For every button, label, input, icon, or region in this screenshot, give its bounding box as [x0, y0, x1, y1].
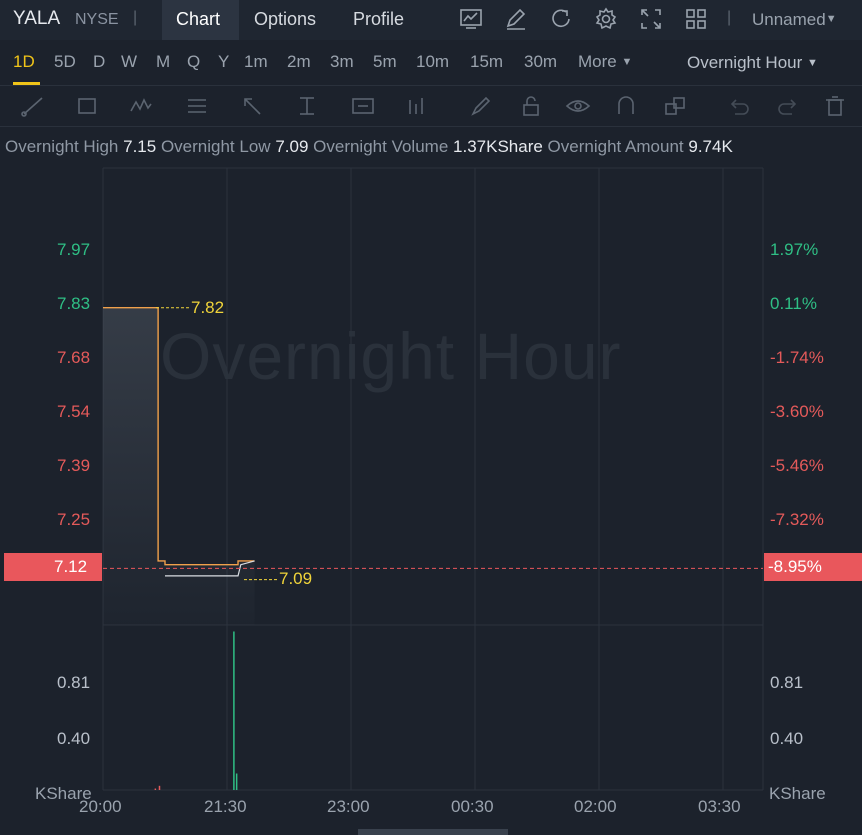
time-tick: 02:00 — [574, 797, 617, 816]
volume-tick-right: 0.40 — [770, 729, 804, 748]
high-marker-label: 7.82 — [191, 298, 225, 317]
price-area — [103, 307, 255, 625]
current-percent-tag: -8.95% — [764, 553, 862, 581]
time-tick: 00:30 — [451, 797, 494, 816]
price-chart[interactable] — [0, 0, 862, 835]
percent-tick: -5.46% — [770, 456, 824, 475]
current-percent-value: -8.95% — [768, 557, 822, 576]
volume-unit-right: KShare — [769, 784, 826, 803]
price-tick: 7.25 — [57, 510, 91, 529]
percent-tick: -1.74% — [770, 348, 824, 367]
current-price-tag: 7.12 — [4, 553, 102, 581]
time-tick: 20:00 — [79, 797, 122, 816]
low-marker-label: 7.09 — [279, 569, 313, 588]
time-tick: 21:30 — [204, 797, 247, 816]
current-price-value: 7.12 — [54, 557, 88, 576]
volume-tick: 0.81 — [57, 673, 91, 692]
volume-tick-right: 0.81 — [770, 673, 804, 692]
time-tick: 03:30 — [698, 797, 741, 816]
percent-tick: 1.97% — [770, 240, 819, 259]
price-tick: 7.68 — [57, 348, 91, 367]
percent-tick: -7.32% — [770, 510, 824, 529]
price-tick: 7.97 — [57, 240, 91, 259]
percent-tick: -3.60% — [770, 402, 824, 421]
time-tick: 23:00 — [327, 797, 370, 816]
price-tick: 7.39 — [57, 456, 91, 475]
percent-tick: 0.11% — [770, 294, 817, 313]
volume-tick: 0.40 — [57, 729, 91, 748]
timeline-scroll-handle[interactable] — [358, 829, 508, 835]
price-tick: 7.83 — [57, 294, 91, 313]
price-tick: 7.54 — [57, 402, 91, 421]
